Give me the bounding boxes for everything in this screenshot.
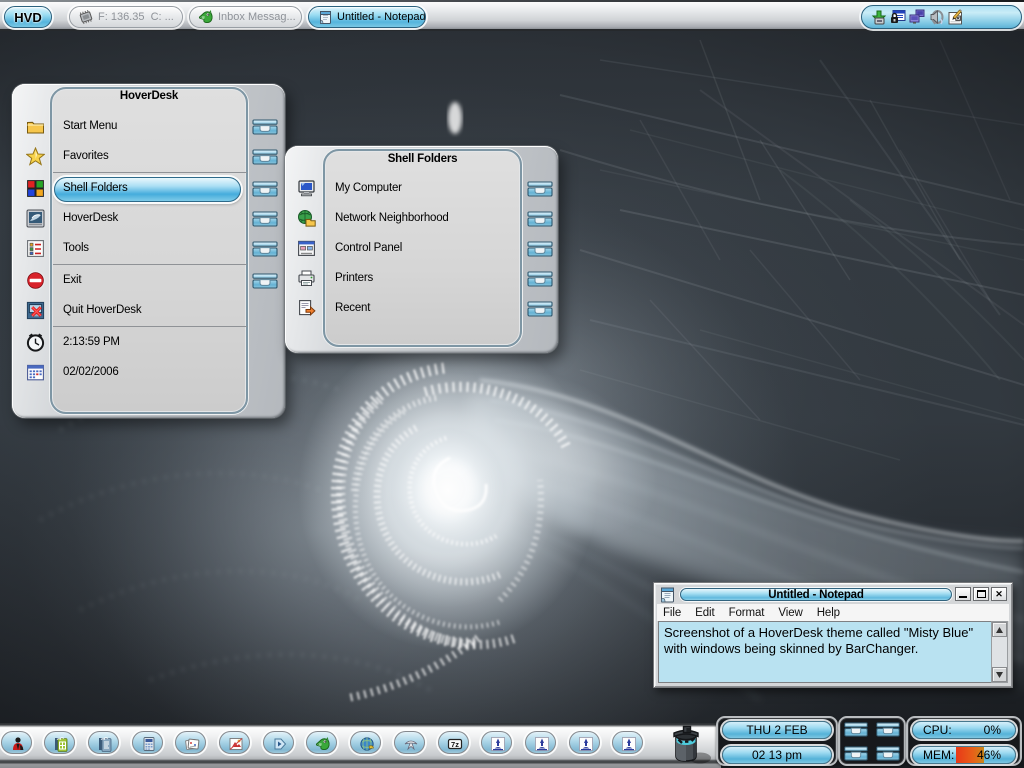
svg-text:7z: 7z (451, 739, 459, 748)
